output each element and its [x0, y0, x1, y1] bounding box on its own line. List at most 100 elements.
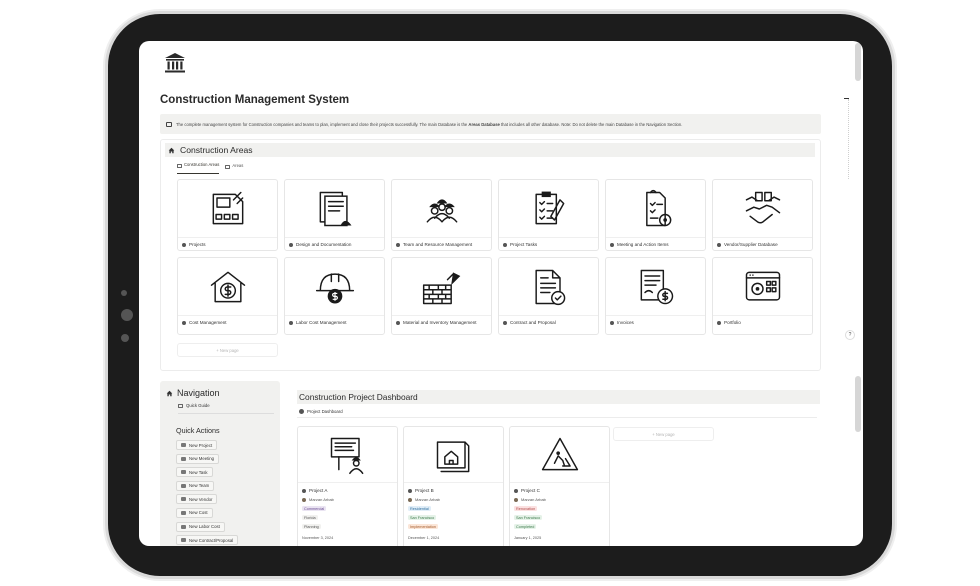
card-cover [392, 258, 491, 316]
quick-actions-title: Quick Actions [176, 426, 220, 435]
property-tag: Implementation [408, 524, 438, 530]
area-card[interactable]: Labor Cost Management [284, 257, 385, 335]
chart-icon [225, 164, 231, 169]
handshake-icon [741, 187, 785, 231]
card-cover [404, 427, 503, 483]
quick-action-button[interactable]: New Meeting [176, 453, 220, 464]
areas-view-tabs: Construction Areas Areas [177, 162, 243, 174]
project-date: January 1, 2025 [514, 536, 542, 540]
card-cover [178, 180, 277, 238]
area-card[interactable]: Design and Documentation [284, 179, 385, 251]
property-tag: Completed [514, 524, 537, 530]
project-owner: Marzan Arbab [514, 497, 546, 502]
project-card[interactable]: Project B Marzan Arbab Residential San Fr… [403, 426, 504, 546]
page-outline[interactable] [845, 99, 849, 179]
area-card[interactable]: Cost Management [177, 257, 278, 335]
project-card[interactable]: Project C Marzan Arbab Renovation San Fra… [509, 426, 610, 546]
new-project-page-button[interactable]: + New page [613, 427, 714, 441]
card-cover [178, 258, 277, 316]
new-page-button[interactable]: + New page [177, 343, 278, 357]
quick-action-button[interactable]: New Labor Cost [176, 521, 225, 532]
navigation-panel: Navigation Quick Guide Quick Actions New… [160, 381, 280, 546]
area-card[interactable]: Team and Resource Management [391, 179, 492, 251]
tab-project-dashboard[interactable]: Project Dashboard [297, 409, 817, 418]
project-date: November 3, 2024 [302, 536, 334, 540]
project-card[interactable]: Project A Marzan Arbab Commercial Florida… [297, 426, 398, 546]
area-card[interactable]: Project Tasks [498, 179, 599, 251]
notion-page: ? Construction Management System The com… [139, 41, 863, 546]
home-icon [168, 147, 175, 153]
tab-areas[interactable]: Areas [225, 162, 243, 174]
area-card[interactable]: Meeting and Action Items [605, 179, 706, 251]
area-card[interactable]: Projects [177, 179, 278, 251]
scrollbar-thumb[interactable] [855, 376, 861, 432]
help-button[interactable]: ? [845, 330, 855, 340]
gallery-icon [177, 164, 182, 168]
card-cover [606, 258, 705, 316]
bank-building-icon [165, 53, 185, 73]
quick-action-button[interactable]: New Team [176, 480, 215, 491]
device-volume-button [172, 9, 206, 12]
area-card[interactable]: Contract and Proposal [498, 257, 599, 335]
property-tag: San Francisco [514, 515, 543, 521]
divider [297, 417, 817, 418]
card-title: Portfolio [717, 320, 808, 326]
dashboard-header: Construction Project Dashboard [297, 390, 820, 404]
property-tag: San Francisco [408, 515, 437, 521]
card-title: Project Tasks [503, 242, 594, 248]
page-icon [289, 321, 293, 325]
warning-construction-icon [538, 433, 582, 477]
action-icon [181, 483, 186, 488]
quick-action-button[interactable]: New Task [176, 467, 213, 478]
property-tag: Florida [302, 515, 318, 521]
card-title: Vendor/Supplier Database [717, 242, 808, 248]
camera-lens [121, 309, 133, 321]
area-card[interactable]: Invoices [605, 257, 706, 335]
card-title: Contract and Proposal [503, 320, 594, 326]
card-cover [499, 180, 598, 238]
tab-construction-areas[interactable]: Construction Areas [177, 162, 220, 174]
camera-flash [121, 334, 129, 342]
card-cover [285, 258, 384, 316]
page-icon [289, 243, 293, 247]
quick-guide-link[interactable]: Quick Guide [178, 403, 210, 408]
tablet-scene: ? Construction Management System The com… [0, 0, 980, 586]
info-icon [166, 121, 172, 127]
scrollbar[interactable] [855, 43, 861, 81]
divider [178, 413, 274, 414]
page-icon [610, 243, 614, 247]
quick-action-button[interactable]: New Vendor [176, 494, 218, 505]
quick-action-button[interactable]: New Cost [176, 507, 213, 518]
card-title: Cost Management [182, 320, 273, 326]
page-icon [182, 243, 186, 247]
documents-icon [313, 187, 357, 231]
page-title: Construction Management System [160, 94, 350, 106]
area-card[interactable]: Material and Inventory Management [391, 257, 492, 335]
bricks-trowel-icon [420, 265, 464, 309]
quick-action-button[interactable]: New Contract/Proposal [176, 535, 239, 546]
presentation-worker-icon [326, 433, 370, 477]
page-icon [182, 321, 186, 325]
card-title: Meeting and Action Items [610, 242, 701, 248]
card-title: Invoices [610, 320, 701, 326]
action-icon [181, 497, 186, 502]
project-date: December 1, 2024 [408, 536, 440, 540]
contract-icon [527, 265, 571, 309]
action-icon [181, 524, 186, 529]
page-icon [717, 243, 721, 247]
page-icon [503, 321, 507, 325]
area-card[interactable]: Portfolio [712, 257, 813, 335]
area-card[interactable]: Vendor/Supplier Database [712, 179, 813, 251]
areas-title: Construction Areas [180, 145, 253, 155]
avatar [514, 497, 518, 502]
card-cover [510, 427, 609, 483]
blueprint-house-icon [432, 433, 476, 477]
property-tag: Commercial [302, 506, 327, 512]
project-gallery: Project A Marzan Arbab Commercial Florida… [297, 426, 610, 546]
card-cover [606, 180, 705, 238]
property-tag: Renovation [514, 506, 538, 512]
quick-action-button[interactable]: New Project [176, 440, 218, 450]
page-icon [396, 321, 400, 325]
house-dollar-icon [206, 265, 250, 309]
action-icon [181, 443, 186, 447]
